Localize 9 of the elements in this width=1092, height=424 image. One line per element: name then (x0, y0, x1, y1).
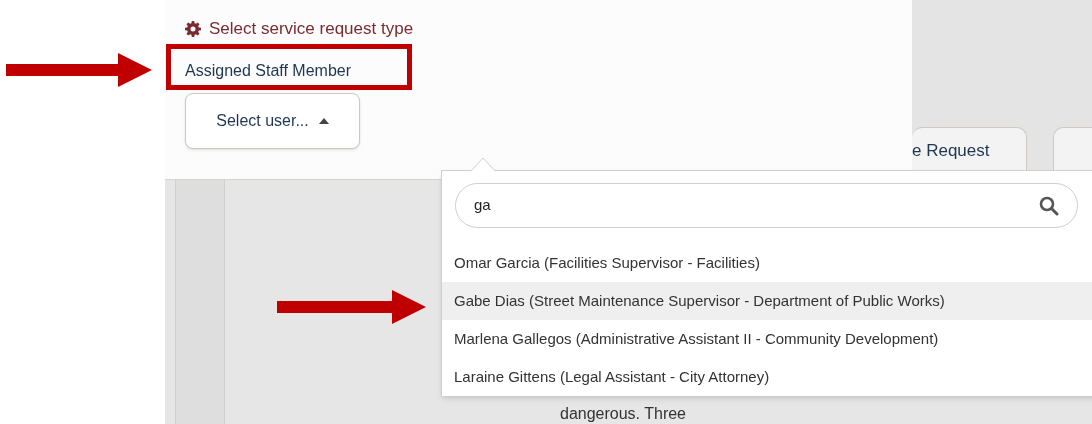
service-type-link[interactable]: Select service request type (209, 16, 414, 42)
caret-icon (318, 117, 329, 124)
gear-icon (185, 20, 201, 37)
description-text: dangerous. Three (560, 405, 686, 424)
user-option[interactable]: Gabe Dias (Street Maintenance Supervisor - Department of Public Works) (442, 282, 1092, 320)
search-icon (1039, 195, 1059, 216)
field-label: Assigned Staff Member (185, 60, 351, 81)
user-select[interactable]: Select user... (185, 92, 360, 149)
user-option[interactable]: Laraine Gittens (Legal Assistant - City Attorney) (442, 358, 1092, 396)
